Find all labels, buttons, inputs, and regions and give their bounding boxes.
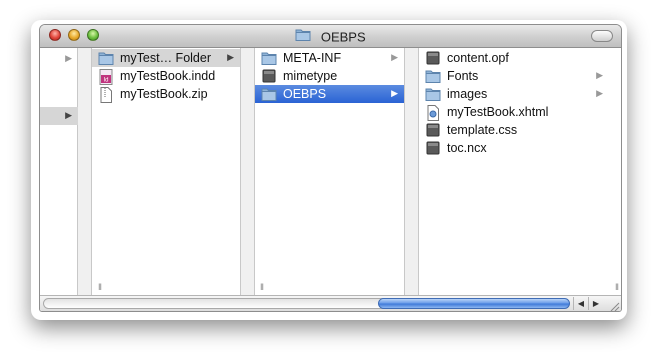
svg-text:Id: Id	[103, 78, 108, 84]
list-item-label: myTestBook.xhtml	[447, 105, 549, 119]
list-item[interactable]: content.opf	[419, 49, 609, 67]
column-divider	[405, 48, 419, 295]
folder-icon	[425, 87, 441, 101]
column-browser: ▶ ▶ myTest… Folder ▶ Id myTestBook.indd	[40, 48, 621, 295]
column-2[interactable]: META-INF ▶ mimetype OEBPS ▶ II	[255, 48, 405, 295]
disclosure-arrow-icon: ▶	[391, 52, 398, 62]
title-bar[interactable]: OEBPS	[40, 25, 621, 48]
generic-file-icon	[425, 123, 441, 137]
list-item[interactable]: images ▶	[419, 85, 609, 103]
resize-handle-icon[interactable]	[608, 299, 620, 311]
generic-file-icon	[425, 51, 441, 65]
column-0[interactable]: ▶ ▶	[40, 48, 78, 295]
disclosure-arrow-icon: ▶	[65, 53, 72, 63]
finder-window: OEBPS ▶ ▶ myTest… Folder ▶ Id myTestBook…	[39, 24, 622, 312]
list-item[interactable]: myTest… Folder ▶	[92, 49, 240, 67]
zip-file-icon	[98, 87, 114, 103]
generic-file-icon	[425, 141, 441, 155]
column-resize-grip[interactable]: II	[615, 282, 619, 292]
list-item-label: Fonts	[447, 69, 479, 83]
list-item[interactable]: mimetype	[255, 67, 404, 85]
window-title-text: OEBPS	[320, 29, 366, 45]
column-3[interactable]: content.opf Fonts ▶ images ▶ myTestBook.…	[419, 48, 621, 295]
list-item-label: template.css	[447, 123, 518, 137]
column-1[interactable]: myTest… Folder ▶ Id myTestBook.indd myTe…	[92, 48, 241, 295]
folder-icon	[261, 87, 277, 101]
list-item-label: toc.ncx	[447, 141, 487, 155]
list-item[interactable]: ▶	[40, 50, 78, 68]
list-item-label: mimetype	[283, 69, 338, 83]
folder-icon	[98, 51, 114, 65]
column-resize-grip[interactable]: II	[98, 282, 102, 292]
list-item-label: myTestBook.zip	[120, 87, 208, 101]
column-resize-grip[interactable]: II	[260, 282, 264, 292]
list-item[interactable]: myTestBook.xhtml	[419, 103, 609, 121]
scroll-left-button[interactable]: ◀	[573, 297, 588, 310]
xhtml-file-icon	[425, 105, 441, 121]
window-title: OEBPS	[40, 28, 621, 46]
list-item-label: myTestBook.indd	[120, 69, 216, 83]
list-item[interactable]: Id myTestBook.indd	[92, 67, 240, 85]
indesign-file-icon: Id	[98, 69, 114, 85]
scroll-right-button[interactable]: ▶	[588, 297, 603, 310]
disclosure-arrow-icon: ▶	[65, 110, 72, 120]
list-item-label: META-INF	[283, 51, 342, 65]
folder-icon	[295, 28, 311, 46]
scrollbar-thumb[interactable]	[378, 298, 570, 309]
column-divider	[78, 48, 92, 295]
generic-file-icon	[261, 69, 277, 83]
disclosure-arrow-icon: ▶	[596, 70, 603, 80]
horizontal-scrollbar[interactable]: ◀ ▶	[40, 295, 621, 311]
folder-icon	[261, 51, 277, 65]
list-item-label: myTest… Folder	[120, 51, 211, 65]
toolbar-toggle-button[interactable]	[591, 30, 613, 42]
list-item-selected[interactable]: OEBPS ▶	[255, 85, 404, 103]
list-item-label: OEBPS	[283, 87, 327, 101]
list-item[interactable]: toc.ncx	[419, 139, 609, 157]
column-divider	[241, 48, 255, 295]
list-item[interactable]: META-INF ▶	[255, 49, 404, 67]
list-item[interactable]: ▶	[40, 107, 78, 125]
list-item-label: content.opf	[447, 51, 509, 65]
list-item-label: images	[447, 87, 488, 101]
list-item[interactable]: template.css	[419, 121, 609, 139]
list-item[interactable]: myTestBook.zip	[92, 85, 240, 103]
list-item[interactable]: Fonts ▶	[419, 67, 609, 85]
folder-icon	[425, 69, 441, 83]
disclosure-arrow-icon: ▶	[391, 88, 398, 98]
disclosure-arrow-icon: ▶	[596, 88, 603, 98]
disclosure-arrow-icon: ▶	[227, 52, 234, 62]
